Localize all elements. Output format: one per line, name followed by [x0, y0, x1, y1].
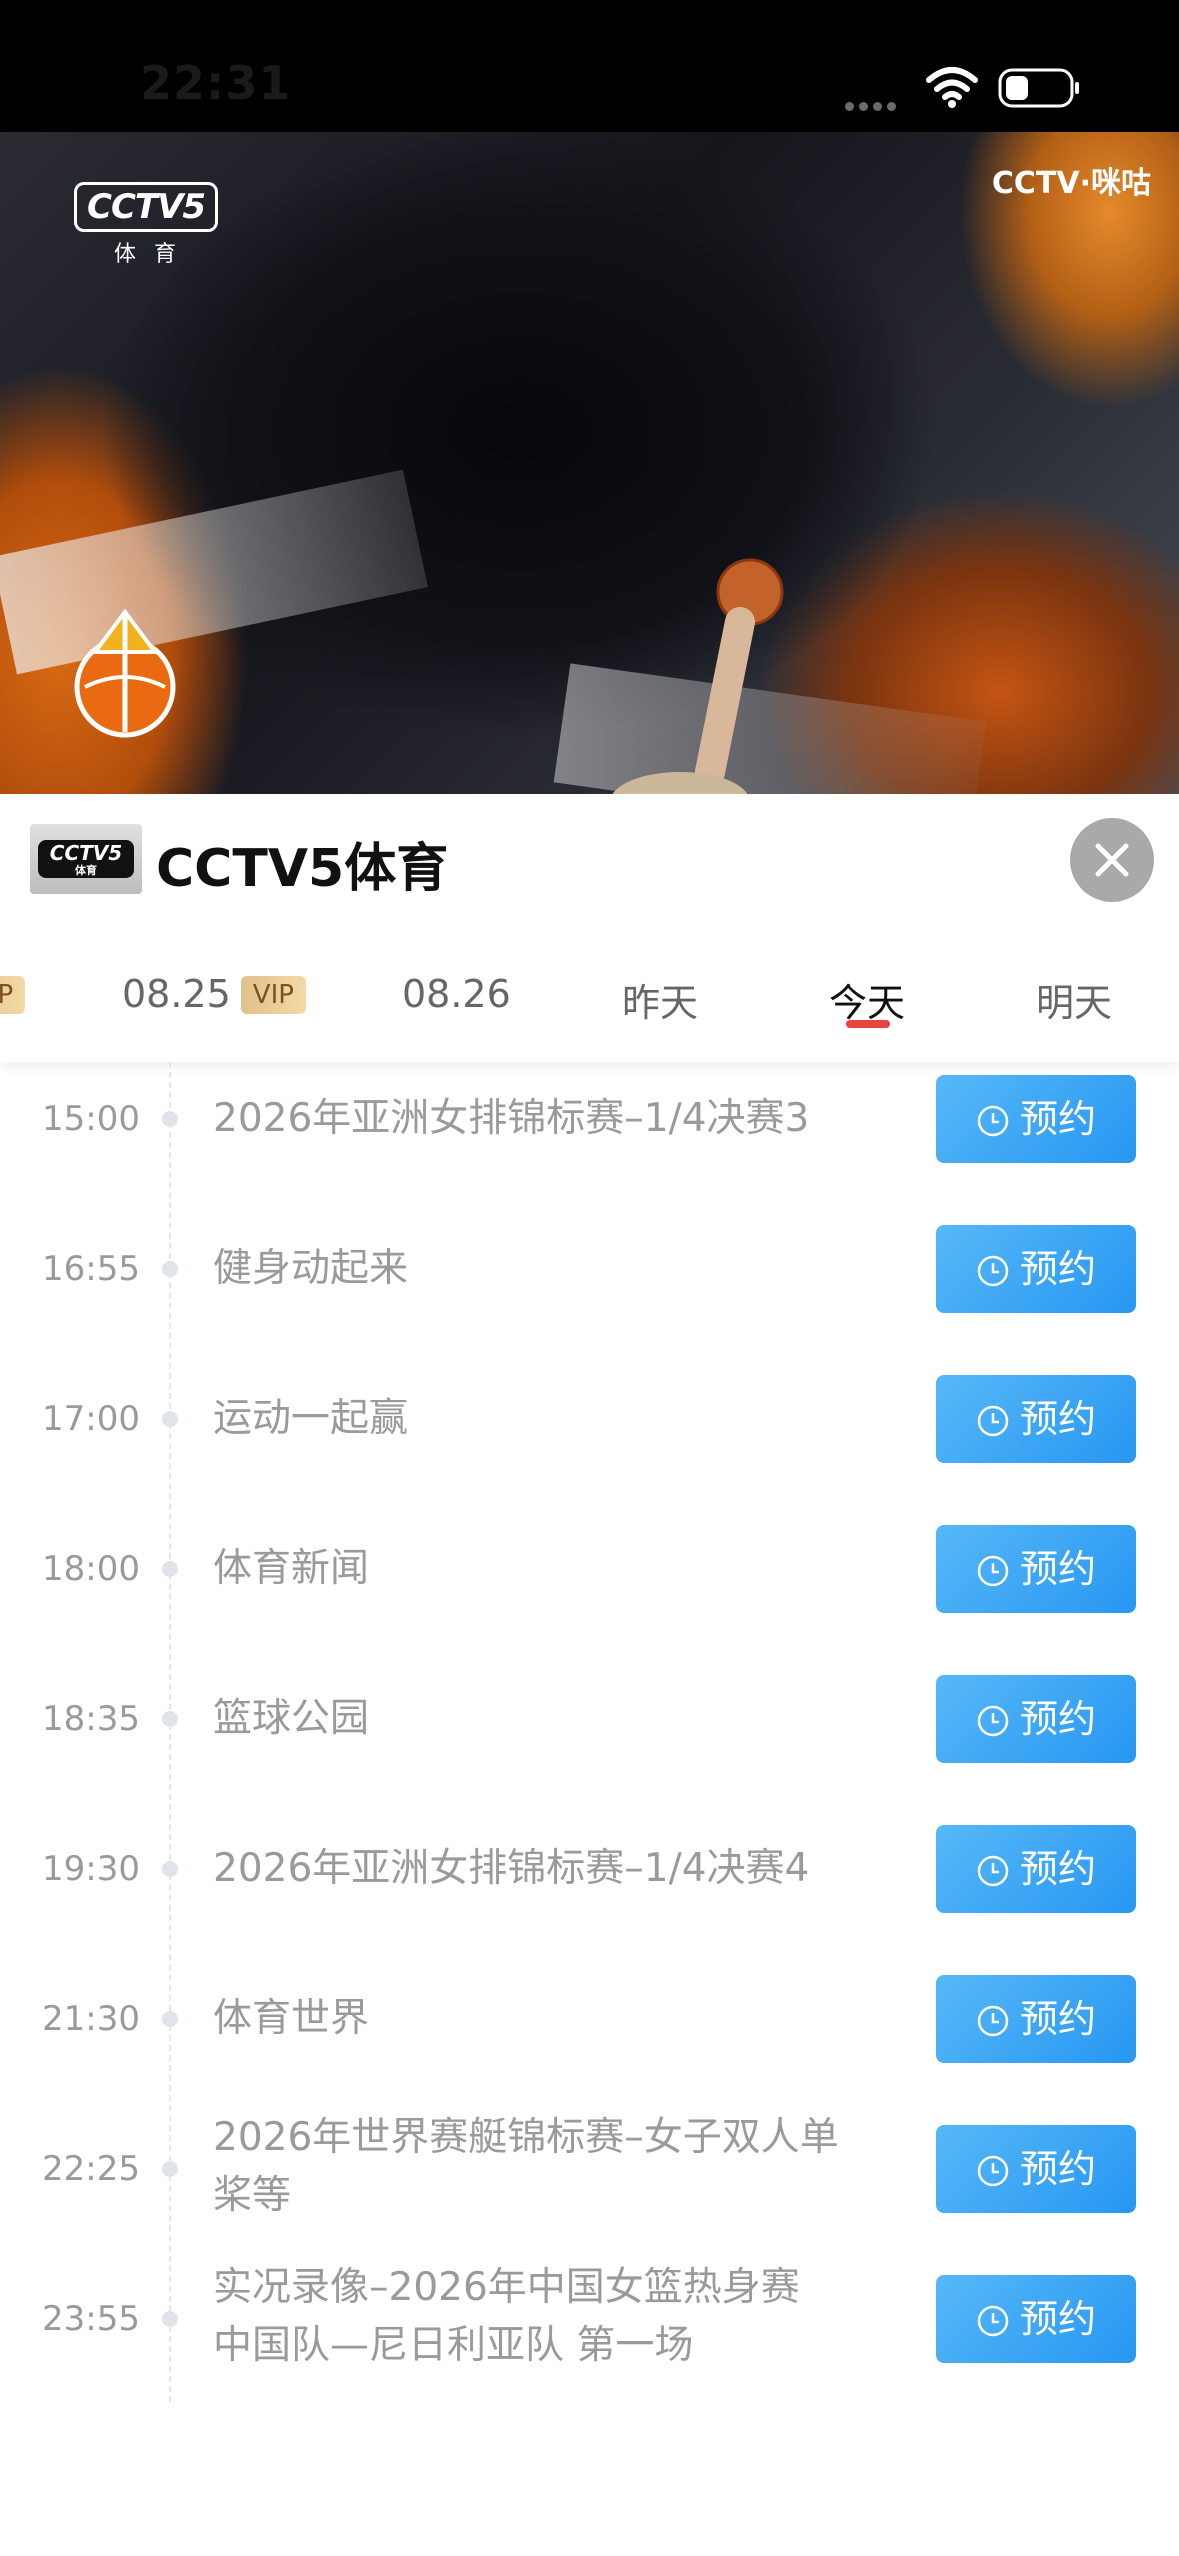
program-time: 22:25	[42, 2149, 140, 2189]
clock-icon	[977, 1855, 1009, 1887]
program-title: 体育世界	[213, 1996, 370, 2041]
program-time: 16:55	[42, 1249, 140, 1289]
program-title: 体育新闻	[213, 1546, 370, 1591]
clock-icon	[977, 1555, 1009, 1587]
reserve-button[interactable]: 预约	[936, 2125, 1136, 2213]
reserve-button[interactable]: 预约	[936, 1525, 1136, 1613]
video-provider-watermark: CCTV·咪咕	[991, 166, 1151, 201]
timeline-dot	[162, 1111, 178, 1127]
timeline-dot	[162, 1261, 178, 1277]
program-row: 23:55 实况录像–2026年中国女篮热身赛 中国队—尼日利亚队 第一场 预约	[0, 2265, 1179, 2425]
program-row: 22:25 2026年世界赛艇锦标赛–女子双人单 桨等 预约	[0, 2115, 1179, 2275]
channel-logo: CCTV5 体育	[30, 824, 142, 894]
status-bar: 22:31	[0, 0, 1179, 132]
close-icon	[1095, 843, 1129, 877]
timeline-dot	[162, 1411, 178, 1427]
channel-header: CCTV5 体育 CCTV5体育	[0, 794, 1179, 924]
program-title: 2026年亚洲女排锦标赛–1/4决赛3	[213, 1096, 810, 1141]
vip-badge: VIP	[240, 976, 306, 1014]
channel-title: CCTV5体育	[156, 839, 449, 899]
program-time: 23:55	[42, 2299, 140, 2339]
video-player[interactable]: CCTV5 体育 CCTV·咪咕	[0, 132, 1179, 794]
trophy-emblem-icon	[60, 592, 200, 756]
video-channel-watermark: CCTV5 体育	[74, 182, 219, 268]
reserve-button[interactable]: 预约	[936, 1375, 1136, 1463]
battery-icon	[998, 66, 1082, 114]
reserve-button[interactable]: 预约	[936, 1675, 1136, 1763]
vip-badge: VIP	[0, 976, 26, 1014]
reserve-button[interactable]: 预约	[936, 1075, 1136, 1163]
program-title: 2026年世界赛艇锦标赛–女子双人单 桨等	[213, 2115, 839, 2218]
program-row: 18:00 体育新闻 预约	[0, 1525, 1179, 1675]
clock-icon	[977, 1405, 1009, 1437]
timeline-dot	[162, 2161, 178, 2177]
program-row: 16:55 健身动起来 预约	[0, 1225, 1179, 1375]
program-title: 运动一起赢	[213, 1396, 409, 1441]
date-tabs: VIP 08.25VIP 08.26 昨天 今天 明天	[0, 924, 1179, 1062]
clock-icon	[977, 2155, 1009, 2187]
tab-today[interactable]: 今天	[829, 972, 905, 1027]
reserve-button[interactable]: 预约	[936, 1225, 1136, 1313]
basketball-player-image	[520, 512, 820, 794]
clock-icon	[977, 2005, 1009, 2037]
program-title: 2026年亚洲女排锦标赛–1/4决赛4	[213, 1846, 810, 1891]
program-title: 实况录像–2026年中国女篮热身赛 中国队—尼日利亚队 第一场	[213, 2265, 800, 2368]
signal-dots-icon	[845, 96, 901, 115]
close-button[interactable]	[1070, 818, 1154, 902]
clock-icon	[977, 1255, 1009, 1287]
clock-icon	[977, 1105, 1009, 1137]
program-row: 19:30 2026年亚洲女排锦标赛–1/4决赛4 预约	[0, 1825, 1179, 1975]
timeline-dot	[162, 1561, 178, 1577]
program-time: 21:30	[42, 1999, 140, 2039]
program-time: 18:35	[42, 1699, 140, 1739]
program-time: 15:00	[42, 1099, 140, 1139]
clock-icon	[977, 2305, 1009, 2337]
reserve-button[interactable]: 预约	[936, 2275, 1136, 2363]
program-time: 17:00	[42, 1399, 140, 1439]
clock-icon	[977, 1705, 1009, 1737]
program-row: 17:00 运动一起赢 预约	[0, 1375, 1179, 1525]
wifi-icon	[925, 66, 979, 112]
tab-date-0826[interactable]: 08.26	[402, 972, 511, 1016]
active-tab-indicator	[846, 1020, 890, 1028]
program-title: 篮球公园	[213, 1696, 370, 1741]
program-time: 18:00	[42, 1549, 140, 1589]
status-time: 22:31	[140, 56, 292, 110]
timeline-dot	[162, 2311, 178, 2327]
program-row: 21:30 体育世界 预约	[0, 1975, 1179, 2125]
tab-date-0825[interactable]: 08.25 VIP	[122, 972, 306, 1016]
tab-tomorrow[interactable]: 明天	[1036, 972, 1112, 1027]
program-row: 18:35 篮球公园 预约	[0, 1675, 1179, 1825]
reserve-button[interactable]: 预约	[936, 1975, 1136, 2063]
timeline-dot	[162, 1711, 178, 1727]
program-title: 健身动起来	[213, 1246, 409, 1291]
reserve-button[interactable]: 预约	[936, 1825, 1136, 1913]
program-row: 15:00 2026年亚洲女排锦标赛–1/4决赛3 预约	[0, 1075, 1179, 1225]
tab-yesterday[interactable]: 昨天	[622, 972, 698, 1027]
program-time: 19:30	[42, 1849, 140, 1889]
timeline-dot	[162, 2011, 178, 2027]
timeline-dot	[162, 1861, 178, 1877]
